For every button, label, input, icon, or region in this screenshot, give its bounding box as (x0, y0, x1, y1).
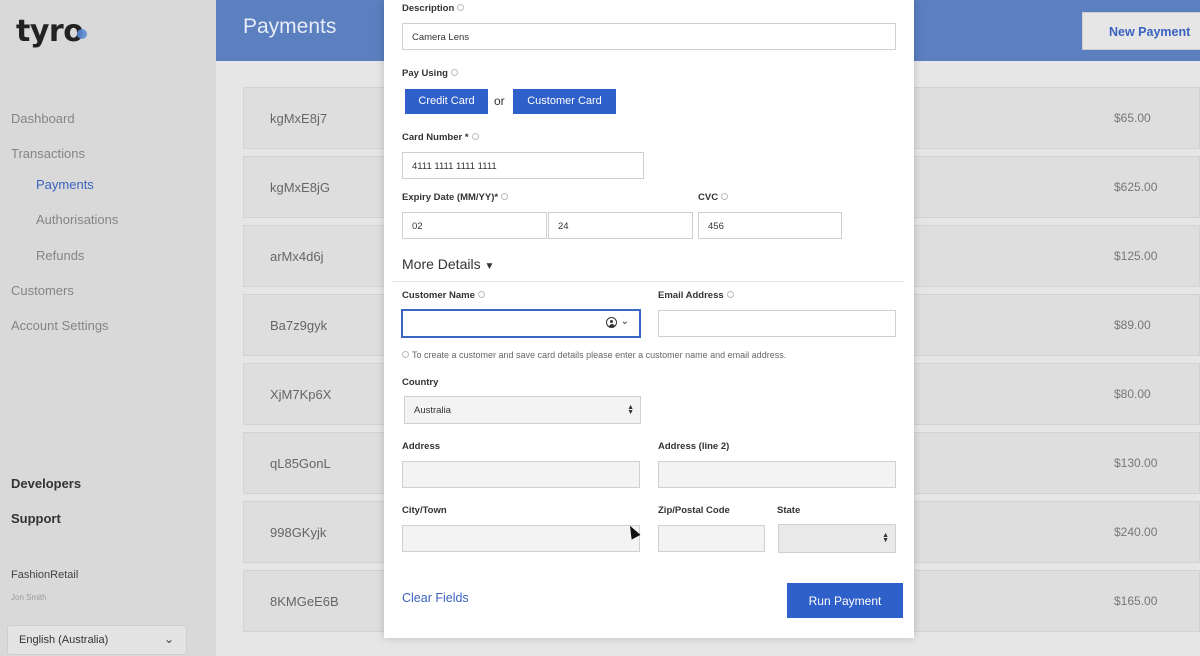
new-payment-button[interactable]: New Payment (1082, 12, 1200, 50)
page-title: Payments (243, 15, 337, 38)
select-arrows-icon: ▲ ▼ (882, 532, 889, 544)
info-icon (477, 291, 485, 298)
country-select[interactable]: Australia ▲ ▼ (404, 396, 641, 424)
row-amount: $165.00 (1114, 594, 1158, 608)
merchant-name: FashionRetail (11, 569, 79, 581)
row-amount: $240.00 (1114, 525, 1158, 539)
nav-support[interactable]: Support (11, 511, 61, 526)
row-amount: $125.00 (1114, 249, 1158, 263)
nav-refunds[interactable]: Refunds (36, 248, 84, 263)
customer-name-input[interactable]: ⌄ (401, 309, 641, 338)
cvc-input[interactable]: 456 (698, 212, 842, 239)
row-id: 8KMGeE6B (270, 594, 339, 609)
caret-down-icon: ▼ (484, 261, 495, 272)
info-icon (726, 291, 734, 298)
row-id: arMx4d6j (270, 249, 324, 264)
customer-card-button[interactable]: Customer Card (513, 89, 616, 114)
address-line2-label: Address (line 2) (658, 441, 730, 452)
chevron-down-icon: ⌄ (163, 632, 174, 646)
row-amount: $89.00 (1114, 318, 1151, 332)
expiry-date-label: Expiry Date (MM/YY)* (402, 192, 509, 203)
expiry-year-input[interactable]: 24 (548, 212, 693, 239)
country-label: Country (402, 377, 439, 388)
more-details-toggle[interactable]: More Details ▼ (402, 256, 494, 272)
nav-dashboard[interactable]: Dashboard (11, 111, 75, 126)
tyro-logo[interactable]: tyro (16, 14, 88, 49)
or-text: or (494, 94, 505, 108)
row-amount: $80.00 (1114, 387, 1151, 401)
person-icon (606, 317, 617, 328)
email-address-input[interactable] (658, 310, 896, 337)
nav-authorisations[interactable]: Authorisations (36, 212, 118, 227)
address-line2-input[interactable] (658, 461, 896, 488)
user-name: Jon Smith (11, 593, 47, 602)
customer-hint: To create a customer and save card detai… (402, 350, 786, 360)
nav-developers[interactable]: Developers (11, 476, 81, 491)
city-label: City/Town (402, 505, 447, 516)
cvc-label: CVC (698, 192, 729, 203)
row-amount: $65.00 (1114, 111, 1151, 125)
row-amount: $625.00 (1114, 180, 1158, 194)
info-icon (457, 4, 465, 11)
pay-using-label: Pay Using (402, 68, 458, 79)
section-divider (392, 281, 904, 282)
run-payment-button[interactable]: Run Payment (787, 583, 903, 618)
info-icon (471, 133, 479, 140)
row-id: kgMxE8j7 (270, 111, 328, 126)
address-input[interactable] (402, 461, 640, 488)
description-input[interactable]: Camera Lens (402, 23, 896, 50)
row-id: Ba7z9gyk (270, 318, 328, 333)
row-id: qL85GonL (270, 456, 331, 471)
nav-transactions[interactable]: Transactions (11, 146, 85, 161)
info-icon (501, 193, 509, 200)
description-label: Description (402, 3, 465, 14)
language-select[interactable]: English (Australia) ⌄ (7, 625, 187, 655)
customer-name-label: Customer Name (402, 290, 485, 301)
row-id: kgMxE8jG (270, 180, 330, 195)
nav-payments[interactable]: Payments (36, 177, 94, 192)
email-address-label: Email Address (658, 290, 734, 301)
language-value: English (Australia) (19, 634, 109, 646)
select-arrows-icon: ▲ ▼ (627, 404, 634, 416)
info-icon (402, 351, 409, 358)
zip-label: Zip/Postal Code (658, 505, 730, 516)
zip-input[interactable] (658, 525, 765, 552)
state-label: State (777, 505, 801, 516)
expiry-month-input[interactable]: 02 (402, 212, 547, 239)
row-id: 998GKyjk (270, 525, 327, 540)
info-icon (450, 69, 458, 76)
logo-dot-icon (77, 29, 88, 39)
card-number-label: Card Number * (402, 132, 479, 143)
credit-card-button[interactable]: Credit Card (405, 89, 488, 114)
info-icon (721, 193, 729, 200)
address-label: Address (402, 441, 441, 452)
row-id: XjM7Kp6X (270, 387, 332, 402)
nav-account-settings[interactable]: Account Settings (11, 318, 109, 333)
row-amount: $130.00 (1114, 456, 1158, 470)
chevron-down-icon[interactable]: ⌄ (621, 316, 629, 327)
clear-fields-link[interactable]: Clear Fields (402, 591, 469, 605)
card-number-input[interactable]: 4111 1111 1111 1111 (402, 152, 644, 179)
sidebar: tyro Dashboard Transactions Payments Aut… (0, 0, 216, 656)
state-select[interactable]: ▲ ▼ (778, 524, 896, 553)
city-input[interactable] (402, 525, 640, 552)
nav-customers[interactable]: Customers (11, 283, 74, 298)
